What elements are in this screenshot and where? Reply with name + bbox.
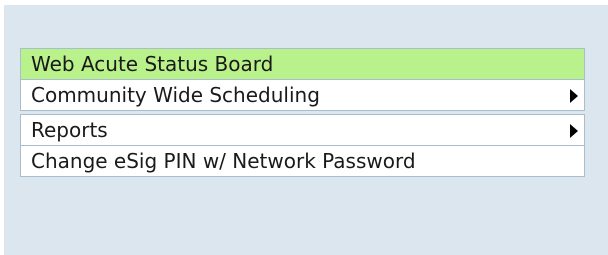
menu-item-label: Change eSig PIN w/ Network Password [31,149,416,173]
menu-item-web-acute-status-board[interactable]: Web Acute Status Board [20,48,585,80]
menu-item-community-wide-scheduling[interactable]: Community Wide Scheduling [20,80,585,111]
submenu-arrow-icon [570,124,578,138]
menu-item-label: Community Wide Scheduling [31,83,320,107]
submenu-arrow-icon [570,89,578,103]
menu-item-change-esig-pin[interactable]: Change eSig PIN w/ Network Password [20,146,585,177]
menu-item-reports[interactable]: Reports [20,114,585,146]
main-menu: Web Acute Status Board Community Wide Sc… [20,48,585,177]
menu-item-label: Web Acute Status Board [31,52,274,76]
menu-item-label: Reports [31,118,108,142]
